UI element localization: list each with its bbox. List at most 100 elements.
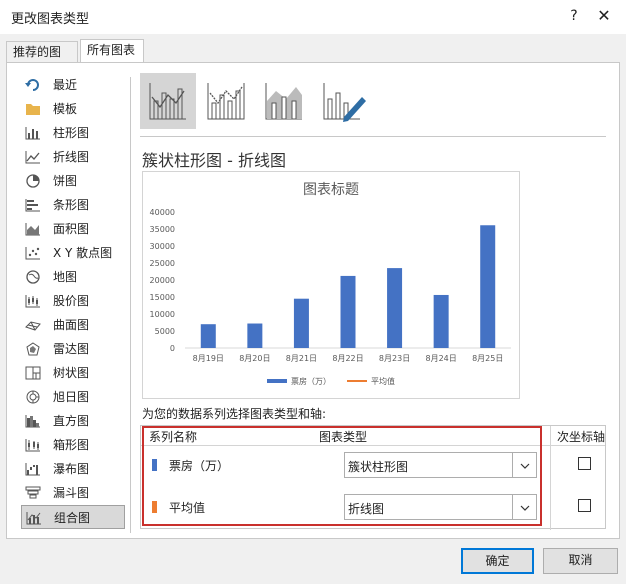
y-tick-label: 10000 — [150, 310, 175, 319]
y-tick-label: 35000 — [150, 225, 175, 234]
sidebar-item-label: 折线图 — [53, 150, 90, 164]
ok-button[interactable]: 确定 — [461, 548, 534, 574]
histogram-chart-icon — [25, 415, 40, 428]
scatter-chart-icon — [25, 247, 40, 260]
area-chart-icon — [25, 223, 40, 236]
sidebar-item-label: 组合图 — [54, 511, 91, 525]
y-tick-label: 5000 — [155, 327, 175, 336]
sidebar-item-line[interactable]: 折线图 — [21, 145, 125, 169]
x-tick-label: 8月20日 — [239, 354, 270, 363]
sidebar-item-label: 柱形图 — [53, 126, 90, 140]
pie-chart-icon — [26, 174, 40, 188]
tab-all-charts[interactable]: 所有图表 — [80, 39, 144, 64]
stacked-area-column-icon — [265, 83, 302, 120]
sidebar-item-label: 树状图 — [53, 366, 90, 380]
sidebar-item-sunburst[interactable]: 旭日图 — [21, 385, 125, 409]
chart-title: 图表标题 — [303, 182, 359, 198]
bar — [200, 324, 216, 348]
combo-chart-icon — [26, 512, 41, 525]
sidebar-item-pie[interactable]: 饼图 — [21, 169, 125, 193]
legend-swatch — [267, 379, 287, 383]
x-tick-label: 8月23日 — [379, 354, 410, 363]
sidebar-item-surface[interactable]: 曲面图 — [21, 313, 125, 337]
map-chart-icon — [26, 270, 40, 284]
sidebar-item-area[interactable]: 面积图 — [21, 217, 125, 241]
stock-chart-icon — [25, 295, 40, 308]
sidebar-item-box[interactable]: 箱形图 — [21, 433, 125, 457]
treemap-chart-icon — [25, 366, 41, 380]
sidebar-item-waterfall[interactable]: 瀑布图 — [21, 457, 125, 481]
custom-combo-pencil-icon — [323, 83, 366, 122]
header-secondary-axis: 次坐标轴 — [557, 430, 606, 444]
sidebar-item-templates[interactable]: 模板 — [21, 97, 125, 121]
sidebar-item-label: 面积图 — [53, 222, 90, 236]
sidebar-item-label: 地图 — [53, 270, 78, 284]
bar — [387, 268, 403, 348]
subtype-clustered-column-line[interactable] — [140, 73, 196, 129]
sidebar-item-label: 最近 — [53, 78, 78, 92]
sidebar-item-label: 饼图 — [53, 174, 78, 188]
column-chart-icon — [25, 127, 40, 140]
sidebar-item-label: 直方图 — [53, 414, 90, 428]
secondary-axis-checkbox[interactable] — [578, 499, 591, 512]
title-bar: 更改图表类型 ? ✕ — [0, 0, 626, 34]
sidebar-item-scatter[interactable]: X Y 散点图 — [21, 241, 125, 265]
x-tick-label: 8月21日 — [286, 354, 317, 363]
sidebar-item-label: 股价图 — [53, 294, 90, 308]
recent-icon — [25, 79, 39, 91]
sidebar-item-label: 模板 — [53, 102, 78, 116]
sidebar-item-label: 瀑布图 — [53, 462, 90, 476]
y-tick-label: 25000 — [150, 259, 175, 268]
y-tick-label: 0 — [170, 344, 175, 353]
sidebar-item-histogram[interactable]: 直方图 — [21, 409, 125, 433]
subtype-stacked-area-column[interactable] — [256, 73, 312, 129]
sidebar-item-label: 条形图 — [53, 198, 90, 212]
sidebar-item-label: 曲面图 — [53, 318, 90, 332]
sidebar-item-label: 漏斗图 — [53, 486, 90, 500]
column-line-secondary-icon — [207, 83, 245, 120]
bar — [293, 298, 309, 348]
sidebar-item-stock[interactable]: 股价图 — [21, 289, 125, 313]
preview-chart: 图表标题 0 5000 10000 15000 20000 25000 30000 35000 4… — [150, 182, 511, 386]
sidebar-item-label: X Y 散点图 — [53, 246, 113, 260]
y-tick-label: 40000 — [150, 208, 175, 217]
sidebar-divider — [130, 77, 131, 533]
secondary-axis-checkbox[interactable] — [578, 457, 591, 470]
folder-icon — [26, 104, 40, 115]
sidebar-item-recent[interactable]: 最近 — [21, 73, 125, 97]
subtype-custom-combo[interactable] — [314, 73, 370, 129]
highlight-box — [142, 426, 542, 526]
subtype-clustered-column-line-secondary[interactable] — [198, 73, 254, 129]
chart-type-list: 最近 模板 柱形图 折线图 饼图 条形图 面积图 X Y 散点图 地图 股价图 … — [21, 73, 125, 529]
line-chart-icon — [25, 151, 40, 164]
sidebar-item-label: 箱形图 — [53, 438, 90, 452]
x-tick-label: 8月24日 — [426, 354, 457, 363]
bar — [433, 294, 449, 348]
subtype-divider — [140, 136, 606, 137]
sidebar-item-treemap[interactable]: 树状图 — [21, 361, 125, 385]
sidebar-item-combo[interactable]: 组合图 — [21, 505, 125, 529]
bar — [340, 275, 356, 348]
bar-chart-icon — [25, 199, 40, 212]
clustered-column-line-icon — [149, 83, 186, 120]
sidebar-item-map[interactable]: 地图 — [21, 265, 125, 289]
bar — [247, 323, 263, 348]
x-tick-label: 8月19日 — [193, 354, 224, 363]
radar-chart-icon — [26, 342, 40, 356]
y-tick-label: 30000 — [150, 242, 175, 251]
close-button[interactable]: ✕ — [592, 4, 616, 28]
sidebar-item-label: 旭日图 — [53, 390, 90, 404]
all-charts-panel: 最近 模板 柱形图 折线图 饼图 条形图 面积图 X Y 散点图 地图 股价图 … — [6, 62, 620, 539]
sidebar-item-funnel[interactable]: 漏斗图 — [21, 481, 125, 505]
y-tick-label: 15000 — [150, 293, 175, 302]
sidebar-item-bar[interactable]: 条形图 — [21, 193, 125, 217]
sidebar-item-radar[interactable]: 雷达图 — [21, 337, 125, 361]
help-button[interactable]: ? — [562, 4, 586, 28]
series-hint-label: 为您的数据系列选择图表类型和轴: — [142, 407, 327, 421]
x-tick-label: 8月22日 — [332, 354, 363, 363]
tab-recommended-charts[interactable]: 推荐的图表 — [6, 41, 78, 79]
sidebar-item-column[interactable]: 柱形图 — [21, 121, 125, 145]
chart-preview: 图表标题 0 5000 10000 15000 20000 25000 30000 35000 4… — [142, 171, 520, 399]
surface-chart-icon — [25, 321, 41, 331]
cancel-button[interactable]: 取消 — [543, 548, 618, 574]
